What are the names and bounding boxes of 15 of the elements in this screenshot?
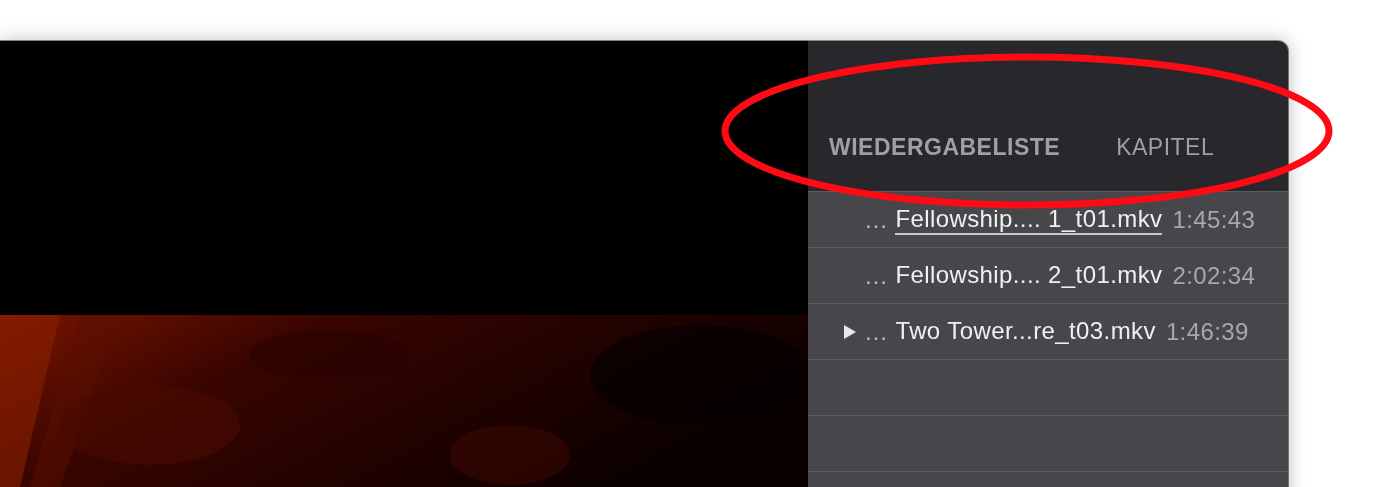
play-icon bbox=[843, 324, 857, 339]
ellipsis-text: … bbox=[864, 317, 889, 346]
file-name: Fellowship.... 2_t01.mkv bbox=[895, 260, 1163, 290]
sidebar-tab[interactable]: KAPITEL bbox=[1116, 134, 1215, 161]
duration: 1:46:39 bbox=[1165, 317, 1249, 346]
ellipsis-text: … bbox=[864, 261, 889, 290]
playlist-item[interactable]: … Two Tower...re_t03.mkv 1:46:39 bbox=[808, 304, 1288, 360]
file-name: Two Tower...re_t03.mkv bbox=[895, 316, 1156, 346]
sidebar-tab[interactable]: WIEDERGABELISTE bbox=[829, 134, 1061, 161]
duration: 1:45:43 bbox=[1172, 205, 1256, 234]
duration: 2:02:34 bbox=[1172, 261, 1256, 290]
playlist-item[interactable]: … Fellowship.... 1_t01.mkv 1:45:43 bbox=[808, 192, 1288, 248]
ellipsis-text: … bbox=[864, 205, 889, 234]
playlist-item[interactable]: … Fellowship.... 2_t01.mkv 2:02:34 bbox=[808, 248, 1288, 304]
file-name: Fellowship.... 1_t01.mkv bbox=[895, 204, 1163, 235]
